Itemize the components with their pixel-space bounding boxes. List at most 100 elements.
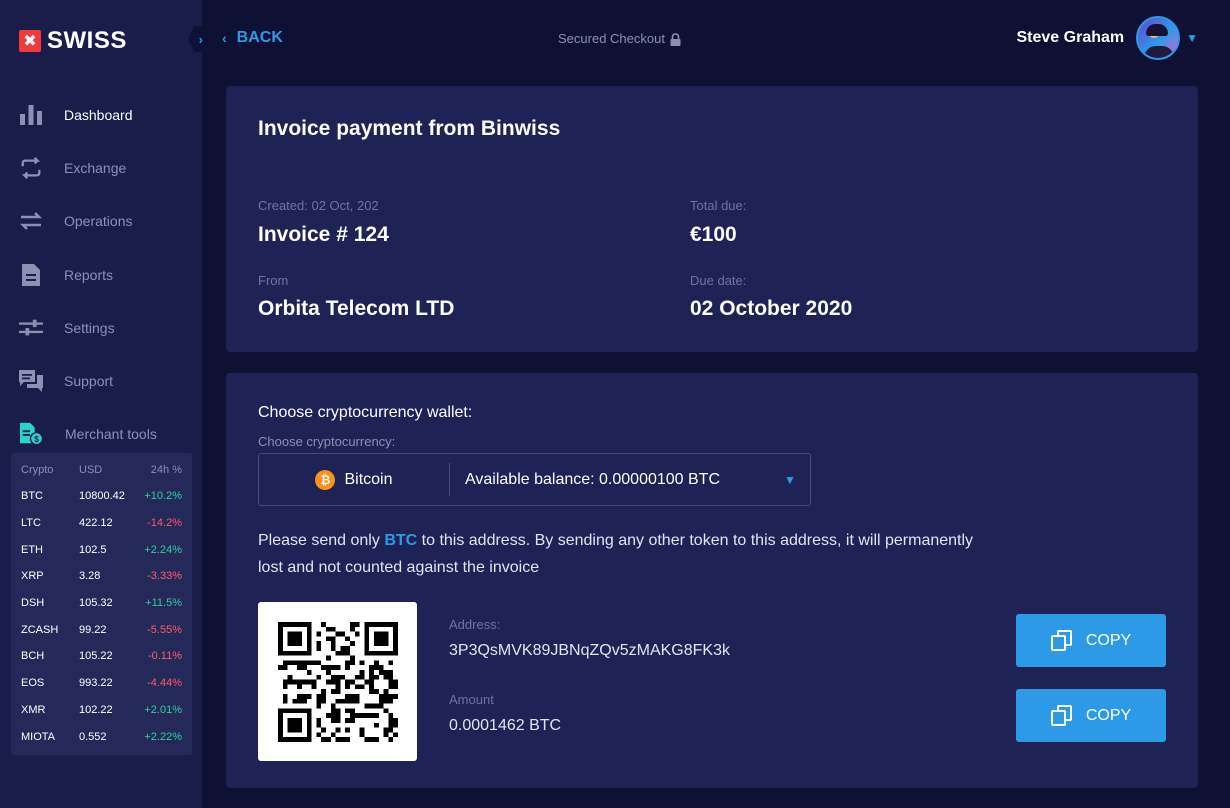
ticker-coin: ETH xyxy=(21,543,43,556)
brand-logo[interactable]: ✖ SWISS xyxy=(19,27,127,55)
copy-amount-button[interactable]: COPY xyxy=(1016,689,1166,742)
ticker-usd: 0.552 xyxy=(79,730,107,743)
ticker-coin: XMR xyxy=(21,703,46,716)
back-button[interactable]: ‹ BACK xyxy=(222,29,283,47)
crypto-ticker: Crypto USD 24h % BTC 10800.42 +10.2% LTC 422… xyxy=(11,453,192,755)
user-menu[interactable]: Steve Graham ▼ xyxy=(1016,16,1198,60)
total-due-value: €100 xyxy=(690,223,737,246)
ticker-usd: 993.22 xyxy=(79,677,113,690)
ticker-header: Crypto USD 24h % xyxy=(11,463,192,477)
qr-code-icon xyxy=(277,621,398,742)
ticker-change: -5.55% xyxy=(147,623,182,636)
sidebar-item-label: Reports xyxy=(64,266,114,283)
sidebar-item-dashboard[interactable]: Dashboard xyxy=(0,88,202,141)
secured-label: Secured Checkout xyxy=(558,31,665,46)
qr-code xyxy=(258,602,417,761)
copy-address-button[interactable]: COPY xyxy=(1016,614,1166,667)
wallet-card: Choose cryptocurrency wallet: Choose cry… xyxy=(226,373,1198,788)
wallet-subtitle: Choose cryptocurrency: xyxy=(258,434,396,449)
copy-icon xyxy=(1050,704,1073,727)
sliders-icon xyxy=(19,316,43,340)
exchange-icon xyxy=(19,156,43,180)
from-label: From xyxy=(258,273,289,288)
wallet-title: Choose cryptocurrency wallet: xyxy=(258,404,473,421)
ticker-usd: 3.28 xyxy=(79,570,101,583)
ticker-header-crypto: Crypto xyxy=(21,464,54,476)
document-icon xyxy=(19,263,43,287)
ticker-coin: EOS xyxy=(21,677,45,690)
invoice-title: Invoice payment from Binwiss xyxy=(258,117,561,140)
ticker-usd: 10800.42 xyxy=(79,490,125,503)
amount-value: 0.0001462 BTC xyxy=(449,717,562,734)
sidebar-nav: Dashboard Exchange Operations Reports Se… xyxy=(0,88,202,461)
bitcoin-icon: ₿ xyxy=(315,469,336,490)
sidebar-item-reports[interactable]: Reports xyxy=(0,248,202,301)
ticker-row: BTC 10800.42 +10.2% xyxy=(11,483,192,510)
ticker-header-change: 24h % xyxy=(150,464,182,476)
sidebar-item-label: Exchange xyxy=(64,159,127,176)
svg-text:$: $ xyxy=(34,434,39,444)
address-label: Address: xyxy=(449,617,501,632)
invoice-card: Invoice payment from Binwiss Created: 02… xyxy=(226,86,1198,352)
available-balance: Available balance: 0.00000100 BTC xyxy=(465,470,720,488)
copy-icon xyxy=(1050,629,1073,652)
ticker-coin: BCH xyxy=(21,650,45,663)
user-name: Steve Graham xyxy=(1016,29,1125,46)
ticker-coin: ZCASH xyxy=(21,623,59,636)
chevron-left-icon: ‹ xyxy=(222,30,227,46)
brand-name: SWISS xyxy=(47,27,127,54)
due-date-value: 02 October 2020 xyxy=(690,297,853,320)
sidebar-item-label: Settings xyxy=(64,319,115,336)
sidebar-item-settings[interactable]: Settings xyxy=(0,301,202,354)
ticker-row: XRP 3.28 -3.33% xyxy=(11,563,192,590)
cryptocurrency-select[interactable]: ₿ Bitcoin Available balance: 0.00000100 … xyxy=(258,453,811,506)
selected-coin-label: Bitcoin xyxy=(344,470,393,488)
ticker-change: -3.33% xyxy=(147,570,182,583)
sidebar-item-label: Merchant tools xyxy=(65,426,157,443)
bar-chart-icon xyxy=(19,103,43,127)
ticker-coin: DSH xyxy=(21,597,45,610)
ticker-change: -4.44% xyxy=(147,677,182,690)
copy-amount-label: COPY xyxy=(1085,706,1132,724)
ticker-row: MIOTA 0.552 +2.22% xyxy=(11,723,192,750)
ticker-change: +2.22% xyxy=(144,730,182,743)
from-value: Orbita Telecom LTD xyxy=(258,297,455,320)
ticker-usd: 105.32 xyxy=(79,597,113,610)
transfer-arrows-icon xyxy=(19,209,43,233)
ticker-change: -14.2% xyxy=(147,517,182,530)
ticker-coin: XRP xyxy=(21,570,44,583)
ticker-row: ZCASH 99.22 -5.55% xyxy=(11,616,192,643)
sidebar-item-support[interactable]: Support xyxy=(0,354,202,407)
amount-label: Amount xyxy=(449,692,494,707)
ticker-usd: 102.22 xyxy=(79,703,113,716)
ticker-usd: 105.22 xyxy=(79,650,113,663)
lock-icon xyxy=(670,32,681,46)
sidebar-item-exchange[interactable]: Exchange xyxy=(0,141,202,194)
ticker-row: EOS 993.22 -4.44% xyxy=(11,670,192,697)
ticker-usd: 102.5 xyxy=(79,543,107,556)
notice-text: Please send only xyxy=(258,532,385,549)
ticker-row: BCH 105.22 -0.11% xyxy=(11,643,192,670)
sidebar-item-label: Dashboard xyxy=(64,106,133,123)
sidebar: ✖ SWISS Dashboard Exchange Operations Re… xyxy=(0,0,202,808)
ticker-row: DSH 105.32 +11.5% xyxy=(11,590,192,617)
ticker-change: +10.2% xyxy=(144,490,182,503)
ticker-coin: BTC xyxy=(21,490,43,503)
sidebar-item-operations[interactable]: Operations xyxy=(0,195,202,248)
secured-checkout: Secured Checkout xyxy=(558,31,681,46)
chevron-down-icon[interactable]: ▼ xyxy=(1186,31,1198,45)
copy-address-label: COPY xyxy=(1085,631,1132,649)
ticker-change: +11.5% xyxy=(145,597,182,610)
ticker-usd: 422.12 xyxy=(79,517,113,530)
chevron-down-icon: ▼ xyxy=(784,472,796,487)
sidebar-item-label: Support xyxy=(64,373,114,390)
ticker-header-usd: USD xyxy=(79,464,103,476)
sidebar-item-label: Operations xyxy=(64,213,133,230)
avatar[interactable] xyxy=(1136,16,1181,60)
total-due-label: Total due: xyxy=(690,198,747,213)
address-value: 3P3QsMVK89JBNqZQv5zMAKG8FK3k xyxy=(449,642,730,659)
swiss-logo-icon: ✖ xyxy=(19,30,41,52)
merchant-doc-icon: $ xyxy=(19,422,43,446)
invoice-number: Invoice # 124 xyxy=(258,223,389,246)
back-label: BACK xyxy=(236,29,283,46)
